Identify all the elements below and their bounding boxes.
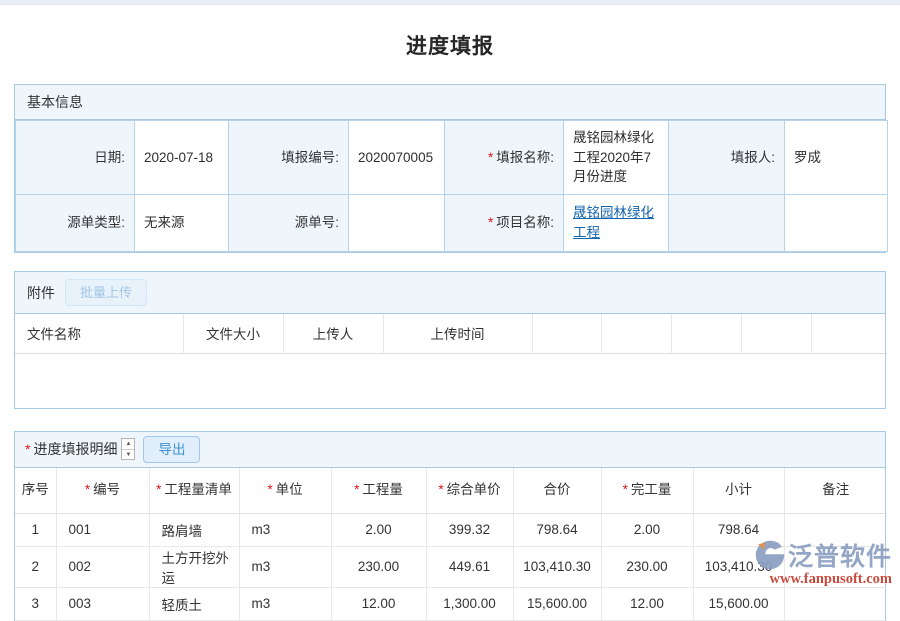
col-unit: *单位 bbox=[239, 468, 331, 513]
field-value-source-type: 无来源 bbox=[135, 195, 229, 252]
cell-seq: 1 bbox=[15, 513, 56, 546]
col-remark: 备注 bbox=[784, 468, 887, 513]
attachments-empty-area bbox=[15, 354, 885, 408]
attachments-section: 附件 批量上传 文件名称 文件大小 上传人 上传时间 bbox=[14, 271, 886, 409]
required-mark: * bbox=[488, 150, 493, 165]
detail-title: *进度填报明细 bbox=[25, 439, 117, 459]
table-row: 3 003 轻质土 m3 12.00 1,300.00 15,600.00 12… bbox=[15, 587, 887, 620]
cell-total-price: 15,600.00 bbox=[513, 587, 601, 620]
col-subtotal: 小计 bbox=[693, 468, 784, 513]
attach-col-empty bbox=[532, 314, 601, 353]
cell-seq: 3 bbox=[15, 587, 56, 620]
table-row: 2 002 土方开挖外运 m3 230.00 449.61 103,410.30… bbox=[15, 546, 887, 587]
detail-header-row: 序号 *编号 *工程量清单 *单位 *工程量 *综合单价 合价 *完工量 小计 … bbox=[15, 468, 887, 513]
empty-label-cell bbox=[669, 195, 785, 252]
field-label-report-no: 填报编号: bbox=[229, 121, 349, 195]
cell-unit-price: 1,300.00 bbox=[426, 587, 513, 620]
field-label-source-no: 源单号: bbox=[229, 195, 349, 252]
attach-col-empty bbox=[811, 314, 887, 353]
attach-col-empty bbox=[741, 314, 811, 353]
cell-quantity: 230.00 bbox=[331, 546, 426, 587]
cell-code: 003 bbox=[56, 587, 149, 620]
cell-total-price: 103,410.30 bbox=[513, 546, 601, 587]
cell-item: 土方开挖外运 bbox=[149, 546, 239, 587]
spinner-control[interactable]: ▲▼ bbox=[121, 438, 135, 460]
cell-remark bbox=[784, 546, 887, 587]
col-quantity: *工程量 bbox=[331, 468, 426, 513]
basic-info-header: 基本信息 bbox=[15, 85, 885, 120]
field-label-reporter: 填报人: bbox=[669, 121, 785, 195]
col-unit-price: *综合单价 bbox=[426, 468, 513, 513]
cell-unit-price: 449.61 bbox=[426, 546, 513, 587]
attachments-title: 附件 bbox=[27, 283, 55, 303]
basic-info-section: 基本信息 日期: 2020-07-18 填报编号: 2020070005 *填报… bbox=[14, 84, 886, 253]
basic-info-title: 基本信息 bbox=[27, 92, 83, 112]
cell-unit: m3 bbox=[239, 587, 331, 620]
cell-subtotal: 15,600.00 bbox=[693, 587, 784, 620]
detail-table: 序号 *编号 *工程量清单 *单位 *工程量 *综合单价 合价 *完工量 小计 … bbox=[15, 468, 887, 621]
cell-completed: 12.00 bbox=[601, 587, 693, 620]
field-value-source-no bbox=[349, 195, 445, 252]
field-label-report-name: *填报名称: bbox=[445, 121, 564, 195]
spinner-down-icon[interactable]: ▼ bbox=[122, 450, 134, 460]
col-completed: *完工量 bbox=[601, 468, 693, 513]
page-title: 进度填报 bbox=[0, 30, 900, 60]
cell-total-price: 798.64 bbox=[513, 513, 601, 546]
cell-code: 002 bbox=[56, 546, 149, 587]
cell-subtotal: 103,410.30 bbox=[693, 546, 784, 587]
cell-seq: 2 bbox=[15, 546, 56, 587]
field-value-date: 2020-07-18 bbox=[135, 121, 229, 195]
cell-item: 路肩墙 bbox=[149, 513, 239, 546]
cell-subtotal: 798.64 bbox=[693, 513, 784, 546]
attach-col-empty bbox=[671, 314, 741, 353]
field-value-report-no: 2020070005 bbox=[349, 121, 445, 195]
attach-col-upload-time: 上传时间 bbox=[383, 314, 532, 353]
top-strip bbox=[0, 0, 900, 5]
attachments-table: 文件名称 文件大小 上传人 上传时间 bbox=[15, 314, 887, 354]
col-total-price: 合价 bbox=[513, 468, 601, 513]
attach-col-uploader: 上传人 bbox=[283, 314, 383, 353]
field-label-source-type: 源单类型: bbox=[16, 195, 135, 252]
field-value-report-name: 晟铭园林绿化工程2020年7月份进度 bbox=[564, 121, 669, 195]
cell-remark bbox=[784, 587, 887, 620]
empty-value-cell bbox=[785, 195, 888, 252]
col-item: *工程量清单 bbox=[149, 468, 239, 513]
attach-col-file-name: 文件名称 bbox=[15, 314, 183, 353]
spinner-up-icon[interactable]: ▲ bbox=[122, 439, 134, 450]
detail-header: *进度填报明细 ▲▼ 导出 bbox=[15, 432, 885, 469]
cell-remark bbox=[784, 513, 887, 546]
project-name-link[interactable]: 晟铭园林绿化工程 bbox=[573, 205, 654, 240]
attachments-header: 附件 批量上传 bbox=[15, 272, 885, 314]
cell-unit-price: 399.32 bbox=[426, 513, 513, 546]
cell-unit: m3 bbox=[239, 513, 331, 546]
attach-col-file-size: 文件大小 bbox=[183, 314, 283, 353]
cell-completed: 230.00 bbox=[601, 546, 693, 587]
detail-section: *进度填报明细 ▲▼ 导出 序号 *编号 *工程量清单 *单位 *工程量 *综合… bbox=[14, 431, 886, 621]
col-code: *编号 bbox=[56, 468, 149, 513]
cell-quantity: 2.00 bbox=[331, 513, 426, 546]
export-button[interactable]: 导出 bbox=[143, 436, 200, 464]
field-label-project-name: *项目名称: bbox=[445, 195, 564, 252]
field-value-project-name: 晟铭园林绿化工程 bbox=[564, 195, 669, 252]
cell-completed: 2.00 bbox=[601, 513, 693, 546]
basic-info-form: 日期: 2020-07-18 填报编号: 2020070005 *填报名称: 晟… bbox=[15, 120, 888, 252]
bulk-upload-button[interactable]: 批量上传 bbox=[65, 279, 147, 306]
attach-col-empty bbox=[601, 314, 671, 353]
col-seq: 序号 bbox=[15, 468, 56, 513]
cell-code: 001 bbox=[56, 513, 149, 546]
required-mark: * bbox=[25, 441, 30, 457]
field-label-date: 日期: bbox=[16, 121, 135, 195]
required-mark: * bbox=[488, 215, 493, 230]
cell-quantity: 12.00 bbox=[331, 587, 426, 620]
table-row: 1 001 路肩墙 m3 2.00 399.32 798.64 2.00 798… bbox=[15, 513, 887, 546]
cell-item: 轻质土 bbox=[149, 587, 239, 620]
cell-unit: m3 bbox=[239, 546, 331, 587]
field-value-reporter: 罗成 bbox=[785, 121, 888, 195]
